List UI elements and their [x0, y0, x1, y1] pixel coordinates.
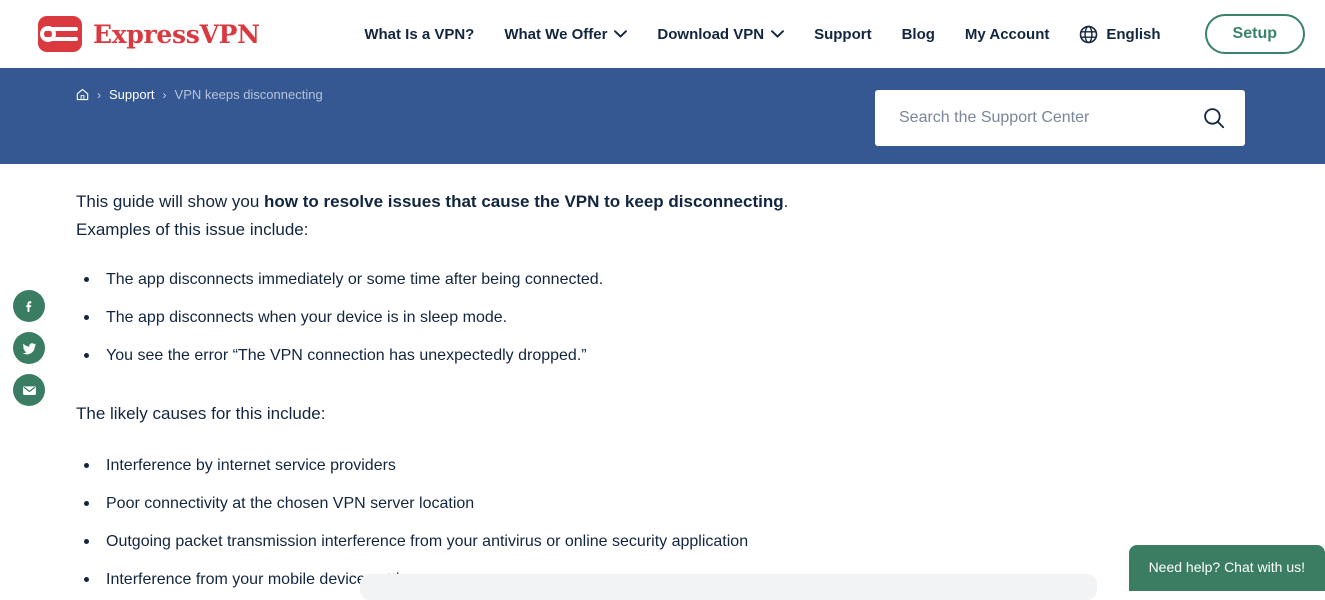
language-label: English — [1106, 25, 1161, 43]
intro-text-bold: how to resolve issues that cause the VPN… — [264, 192, 784, 211]
nav-item-what-we-offer[interactable]: What We Offer — [504, 25, 628, 43]
list-item: Interference by internet service provide… — [76, 454, 1325, 478]
email-share-button[interactable] — [13, 374, 45, 406]
content-panel-peek — [360, 574, 1097, 600]
causes-heading: The likely causes for this include: — [76, 404, 326, 423]
twitter-share-button[interactable] — [13, 332, 45, 364]
list-item: The app disconnects when your device is … — [76, 306, 1325, 330]
nav-item-label: What Is a VPN? — [364, 25, 475, 43]
chevron-down-icon — [614, 30, 628, 38]
breadcrumb-item-current: VPN keeps disconnecting — [174, 87, 323, 102]
breadcrumb-separator: › — [162, 87, 167, 102]
social-share-rail — [13, 290, 45, 406]
chevron-down-icon — [771, 30, 785, 38]
nav-item-label: My Account — [964, 25, 1050, 43]
twitter-icon — [22, 342, 36, 354]
intro-text-before: This guide will show you — [76, 192, 265, 211]
nav-item-blog[interactable]: Blog — [902, 26, 935, 43]
language-selector[interactable]: English — [1079, 25, 1161, 44]
envelope-icon — [22, 385, 36, 395]
setup-button[interactable]: Setup — [1204, 14, 1305, 54]
breadcrumb-item-support[interactable]: Support — [109, 87, 155, 102]
list-item: Poor connectivity at the chosen VPN serv… — [76, 492, 1325, 516]
nav-item-label: What We Offer — [504, 25, 608, 43]
breadcrumb-separator: › — [97, 87, 101, 102]
nav-item-label: Download VPN — [657, 25, 765, 43]
globe-icon — [1080, 25, 1098, 43]
brand-logo-link[interactable]: ExpressVPN — [38, 16, 260, 52]
support-search-box[interactable] — [875, 90, 1245, 146]
nav-item-what-is-a-vpn[interactable]: What Is a VPN? — [364, 26, 474, 43]
search-icon — [1204, 108, 1225, 129]
nav-item-label: Support — [814, 25, 872, 43]
support-header-band: › Support › VPN keeps disconnecting — [0, 68, 1325, 164]
nav-item-label: Blog — [901, 25, 935, 43]
intro-paragraph: This guide will show you how to resolve … — [76, 188, 846, 244]
nav-item-my-account[interactable]: My Account — [965, 26, 1049, 43]
chat-widget-button[interactable]: Need help? Chat with us! — [1128, 545, 1325, 591]
search-input[interactable] — [897, 108, 1199, 128]
list-item: You see the error “The VPN connection ha… — [76, 344, 1325, 368]
expressvpn-logo-icon — [38, 16, 82, 52]
facebook-share-button[interactable] — [13, 290, 45, 322]
search-submit-button[interactable] — [1199, 103, 1229, 133]
article-body: This guide will show you how to resolve … — [0, 164, 1325, 600]
symptoms-list: The app disconnects immediately or some … — [76, 268, 1325, 368]
nav-item-download-vpn[interactable]: Download VPN — [657, 25, 785, 43]
brand-name: ExpressVPN — [93, 19, 260, 49]
top-navigation-bar: ExpressVPN What Is a VPN? What We Offer … — [0, 0, 1325, 68]
list-item: The app disconnects immediately or some … — [76, 268, 1325, 292]
primary-nav: What Is a VPN? What We Offer Download VP… — [364, 14, 1305, 54]
nav-item-support[interactable]: Support — [814, 26, 872, 43]
home-icon[interactable] — [76, 88, 89, 101]
facebook-icon — [26, 301, 32, 312]
